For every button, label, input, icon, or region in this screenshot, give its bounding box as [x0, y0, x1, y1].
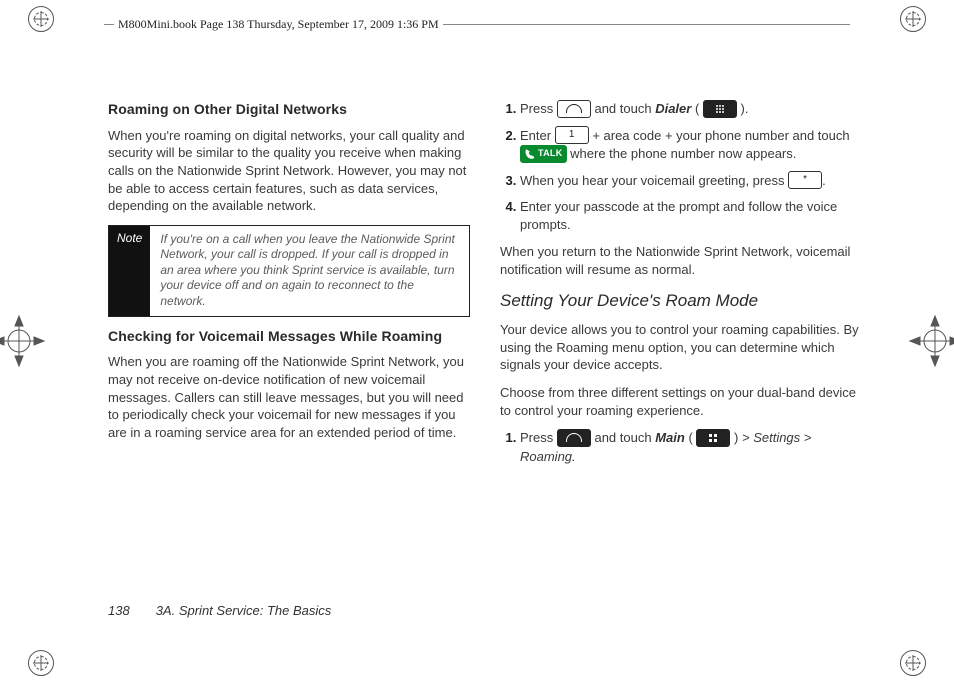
- step-text: (: [695, 101, 699, 116]
- step-text: Press: [520, 430, 557, 445]
- step-text: (: [688, 430, 692, 445]
- footer-title: 3A. Sprint Service: The Basics: [156, 602, 332, 620]
- step-text: Enter: [520, 128, 555, 143]
- note-box: Note If you're on a call when you leave …: [108, 225, 470, 317]
- registration-mark-icon: [900, 6, 926, 32]
- step-text: When you hear your voicemail greeting, p…: [520, 173, 788, 188]
- step-text: + area code + your phone number and touc…: [592, 128, 849, 143]
- heading-roam-mode: Setting Your Device's Roam Mode: [500, 290, 862, 313]
- step-text: Press: [520, 101, 557, 116]
- step-text: ): [734, 430, 742, 445]
- heading-roaming-other-networks: Roaming on Other Digital Networks: [108, 100, 470, 119]
- header-meta: M800Mini.book Page 138 Thursday, Septemb…: [114, 16, 443, 32]
- column-right: Press and touch Dialer ( ). Enter 1 + ar…: [500, 100, 862, 475]
- roam-mode-steps: Press and touch Main ( ) > Settings > Ro…: [500, 429, 862, 465]
- one-key-icon: 1: [555, 126, 589, 144]
- column-left: Roaming on Other Digital Networks When y…: [108, 100, 470, 475]
- note-body: If you're on a call when you leave the N…: [150, 226, 469, 316]
- home-key-icon: [557, 429, 591, 447]
- page-number: 138: [108, 602, 130, 620]
- main-menu-icon: [696, 429, 730, 447]
- list-item: Enter 1 + area code + your phone number …: [520, 127, 862, 164]
- step-text: and touch: [594, 101, 655, 116]
- star-key-icon: *: [788, 171, 822, 189]
- step-text: .: [822, 173, 826, 188]
- main-label: Main: [655, 430, 685, 445]
- registration-mark-icon: [28, 650, 54, 676]
- step-text: ).: [741, 101, 749, 116]
- list-item: Press and touch Main ( ) > Settings > Ro…: [520, 429, 862, 465]
- heading-checking-voicemail: Checking for Voicemail Messages While Ro…: [108, 327, 470, 346]
- list-item: Press and touch Dialer ( ).: [520, 100, 862, 119]
- trim-mark-icon: [0, 314, 46, 368]
- note-badge: Note: [109, 226, 150, 316]
- registration-mark-icon: [900, 650, 926, 676]
- page-footer: 138 3A. Sprint Service: The Basics: [108, 602, 331, 620]
- trim-mark-icon: [908, 314, 954, 368]
- talk-key-icon: TALK: [520, 145, 567, 163]
- step-text: Enter your passcode at the prompt and fo…: [520, 199, 837, 232]
- paragraph: Choose from three different settings on …: [500, 384, 862, 419]
- dialer-label: Dialer: [655, 101, 691, 116]
- paragraph: When you're roaming on digital networks,…: [108, 127, 470, 215]
- home-key-icon: [557, 100, 591, 118]
- list-item: Enter your passcode at the prompt and fo…: [520, 198, 862, 233]
- list-item: When you hear your voicemail greeting, p…: [520, 172, 862, 191]
- paragraph: When you return to the Nationwide Sprint…: [500, 243, 862, 278]
- voicemail-steps: Press and touch Dialer ( ). Enter 1 + ar…: [500, 100, 862, 233]
- paragraph: When you are roaming off the Nationwide …: [108, 353, 470, 441]
- page-content: Roaming on Other Digital Networks When y…: [108, 100, 862, 475]
- paragraph: Your device allows you to control your r…: [500, 321, 862, 374]
- registration-mark-icon: [28, 6, 54, 32]
- dialer-icon: [703, 100, 737, 118]
- step-text: and touch: [594, 430, 655, 445]
- step-text: where the phone number now appears.: [570, 146, 796, 161]
